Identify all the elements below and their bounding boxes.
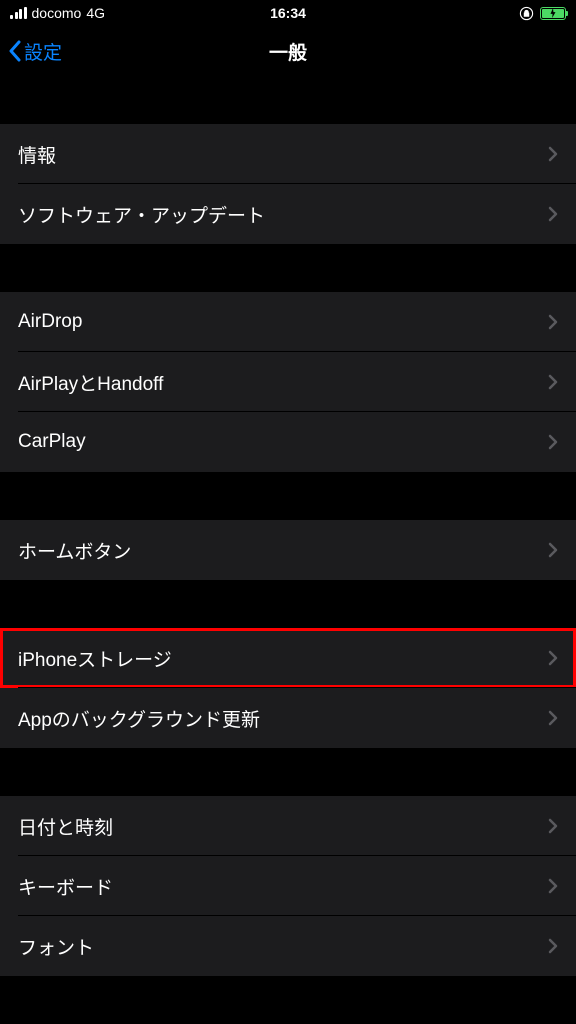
- row-label: 日付と時刻: [18, 813, 113, 840]
- chevron-right-icon: [548, 542, 558, 558]
- row-background-app-refresh[interactable]: Appのバックグラウンド更新: [0, 688, 576, 748]
- row-keyboard[interactable]: キーボード: [0, 856, 576, 916]
- row-carplay[interactable]: CarPlay: [0, 412, 576, 472]
- section-general-info: 情報 ソフトウェア・アップデート: [0, 124, 576, 244]
- row-fonts[interactable]: フォント: [0, 916, 576, 976]
- row-label: CarPlay: [18, 431, 86, 453]
- signal-icon: [10, 7, 27, 19]
- section-input: 日付と時刻 キーボード フォント: [0, 796, 576, 976]
- row-label: 情報: [18, 141, 56, 168]
- section-storage: iPhoneストレージ Appのバックグラウンド更新: [0, 628, 576, 748]
- carrier-label: docomo: [32, 5, 82, 21]
- row-label: キーボード: [18, 873, 113, 900]
- row-date-time[interactable]: 日付と時刻: [0, 796, 576, 856]
- navigation-bar: 設定 一般: [0, 26, 576, 76]
- section-connectivity: AirDrop AirPlayとHandoff CarPlay: [0, 292, 576, 472]
- orientation-lock-icon: [519, 6, 534, 21]
- row-airdrop[interactable]: AirDrop: [0, 292, 576, 352]
- network-label: 4G: [86, 5, 105, 21]
- section-home-button: ホームボタン: [0, 520, 576, 580]
- chevron-right-icon: [548, 818, 558, 834]
- chevron-left-icon: [8, 40, 22, 62]
- chevron-right-icon: [548, 206, 558, 222]
- chevron-right-icon: [548, 434, 558, 450]
- row-about[interactable]: 情報: [0, 124, 576, 184]
- back-label: 設定: [24, 38, 62, 65]
- row-software-update[interactable]: ソフトウェア・アップデート: [0, 184, 576, 244]
- row-label: ホームボタン: [18, 537, 131, 564]
- chevron-right-icon: [548, 878, 558, 894]
- row-label: Appのバックグラウンド更新: [18, 705, 260, 732]
- row-home-button[interactable]: ホームボタン: [0, 520, 576, 580]
- row-iphone-storage[interactable]: iPhoneストレージ: [0, 628, 576, 688]
- chevron-right-icon: [548, 374, 558, 390]
- back-button[interactable]: 設定: [8, 38, 62, 65]
- row-label: フォント: [18, 933, 94, 960]
- row-airplay-handoff[interactable]: AirPlayとHandoff: [0, 352, 576, 412]
- status-right: [519, 6, 566, 21]
- row-label: iPhoneストレージ: [18, 645, 172, 672]
- chevron-right-icon: [548, 938, 558, 954]
- battery-icon: [540, 7, 566, 20]
- row-label: AirPlayとHandoff: [18, 369, 163, 396]
- chevron-right-icon: [548, 314, 558, 330]
- status-bar: docomo 4G 16:34: [0, 0, 576, 26]
- status-left: docomo 4G: [10, 5, 105, 21]
- chevron-right-icon: [548, 650, 558, 666]
- row-label: AirDrop: [18, 311, 82, 333]
- row-label: ソフトウェア・アップデート: [18, 201, 265, 228]
- clock: 16:34: [270, 5, 306, 21]
- chevron-right-icon: [548, 710, 558, 726]
- chevron-right-icon: [548, 146, 558, 162]
- page-title: 一般: [269, 38, 307, 65]
